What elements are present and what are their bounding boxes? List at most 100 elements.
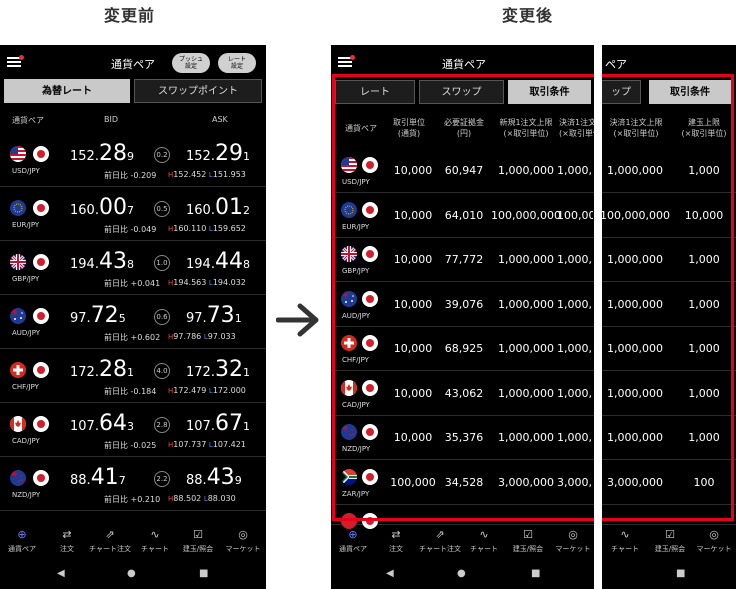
ask-price-fraction: 1 [242, 420, 250, 433]
nav-item-chart[interactable]: ∿ チャート [460, 529, 508, 554]
high-low: H194.563 L194.032 [168, 278, 246, 287]
nav-item-order[interactable]: ⇄ 注文 [372, 529, 420, 554]
back-icon[interactable]: ◀ [386, 568, 394, 579]
nav-item-currency-pair[interactable]: ⊕ 通貨ペア [0, 529, 46, 554]
bid-price[interactable]: 194.438 [70, 249, 134, 274]
recents-icon[interactable]: ■ [531, 568, 540, 579]
spread-badge: 0.2 [154, 147, 170, 163]
ask-price-major: 160. [186, 203, 215, 218]
ask-price-pips: 43 [206, 465, 235, 490]
au-flag-icon [10, 308, 26, 324]
spread-badge: 1.0 [154, 255, 170, 271]
spread-badge: 4.0 [154, 363, 170, 379]
bid-price[interactable]: 97.725 [70, 303, 126, 328]
day-change-value: -0.209 [130, 171, 157, 180]
ask-price[interactable]: 160.012 [186, 195, 250, 220]
order-icon: ⇄ [62, 528, 72, 541]
day-change: 前日比 +0.041 [104, 278, 160, 289]
high-value: 160.110 [173, 224, 207, 233]
ask-price[interactable]: 194.448 [186, 249, 250, 274]
rate-row[interactable]: GBP/JPY 194.438 1.0 194.448 前日比 +0.041 H194.5… [0, 241, 266, 295]
nav-item-chart-order[interactable]: ⇗ チャート注文 [86, 529, 134, 554]
low-value: 97.033 [207, 332, 236, 341]
comparison-root: 変更前 変更後 通貨ペア プッシュ 設定 レート 設定 為替レート スワップポイント… [0, 0, 736, 589]
nav-label: 建玉/照会 [512, 545, 544, 553]
rate-row[interactable]: CHF/JPY 172.281 4.0 172.321 前日比 -0.184 H172.4… [0, 349, 266, 403]
recents-icon-right[interactable]: ■ [676, 568, 685, 579]
bid-price-pips: 43 [98, 249, 127, 274]
nav-item-position[interactable]: ☑ 建玉/照会 [174, 529, 222, 554]
day-change-label: 前日比 [104, 387, 128, 396]
bottom-nav: ⊕ 通貨ペア ⇄ 注文 ⇗ チャート注文 ∿ チャート ☑ 建玉/照会 ◎ マーケット [0, 525, 266, 561]
bid-price-major: 194. [70, 257, 99, 272]
spread-badge: 2.8 [154, 417, 170, 433]
nav-item-order[interactable]: ⇄ 注文 [43, 529, 91, 554]
rate-row[interactable]: AUD/JPY 97.725 0.6 97.731 前日比 +0.602 H97.786 … [0, 295, 266, 349]
bid-price[interactable]: 172.281 [70, 357, 134, 382]
bid-price-major: 172. [70, 365, 99, 380]
nav-item-market[interactable]: ◎ マーケット [549, 529, 597, 554]
bid-price-fraction: 7 [126, 204, 134, 217]
tab-swap-points[interactable]: スワップポイント [134, 79, 262, 103]
jp-flag-icon [33, 200, 49, 216]
rate-settings-button[interactable]: レート 設定 [218, 53, 256, 73]
nav-label: 建玉/照会 [182, 545, 214, 553]
nav-item-chart-right[interactable]: ∿ チャート [601, 529, 649, 554]
screenshot-divider [594, 40, 602, 589]
nav-item-currency-pair[interactable]: ⊕ 通貨ペア [331, 529, 377, 554]
high-low: H160.110 L159.652 [168, 224, 246, 233]
chart-order-icon: ⇗ [105, 528, 115, 541]
position-icon: ☑ [523, 528, 533, 541]
ask-price-major: 107. [186, 419, 215, 434]
ch-flag-icon [10, 362, 26, 378]
ask-price[interactable]: 152.291 [186, 141, 250, 166]
nav-item-market-right[interactable]: ◎ マーケット [690, 529, 736, 554]
recents-icon[interactable]: ■ [199, 568, 208, 579]
bid-price-fraction: 7 [118, 474, 126, 487]
ask-price[interactable]: 97.731 [186, 303, 242, 328]
notification-dot-icon [19, 55, 24, 60]
nav-item-chart[interactable]: ∿ チャート [131, 529, 179, 554]
nav-item-position-right[interactable]: ☑ 建玉/照会 [646, 529, 694, 554]
back-icon[interactable]: ◀ [57, 568, 65, 579]
day-change: 前日比 -0.184 [104, 386, 156, 397]
jp-flag-icon [33, 308, 49, 324]
high-low: H172.479 L172.000 [168, 386, 246, 395]
ask-price-fraction: 2 [242, 204, 250, 217]
rate-row[interactable]: CAD/JPY 107.643 2.8 107.671 前日比 -0.025 H107.7… [0, 403, 266, 457]
home-icon[interactable]: ● [457, 568, 466, 579]
nav-item-position[interactable]: ☑ 建玉/照会 [504, 529, 552, 554]
bid-price[interactable]: 152.289 [70, 141, 134, 166]
bid-price[interactable]: 88.417 [70, 465, 126, 490]
home-icon[interactable]: ● [127, 568, 136, 579]
day-change-label: 前日比 [104, 495, 128, 504]
day-change-label: 前日比 [104, 279, 128, 288]
bid-price[interactable]: 107.643 [70, 411, 134, 436]
day-change: 前日比 -0.209 [104, 170, 156, 181]
bid-price-pips: 41 [90, 465, 119, 490]
col-header-pair: 通貨ペア [12, 116, 44, 125]
bid-price-fraction: 8 [126, 258, 134, 271]
ask-price-pips: 73 [206, 303, 235, 328]
ask-price-pips: 67 [214, 411, 243, 436]
ask-price-major: 88. [186, 473, 207, 488]
ask-price[interactable]: 107.671 [186, 411, 250, 436]
push-settings-button[interactable]: プッシュ 設定 [172, 53, 210, 73]
page-title: 通貨ペア [442, 58, 486, 71]
ask-price-major: 97. [186, 311, 207, 326]
bid-price[interactable]: 160.007 [70, 195, 134, 220]
rate-row[interactable]: NZD/JPY 88.417 2.2 88.439 前日比 +0.210 H88.502 … [0, 457, 266, 511]
nav-item-market[interactable]: ◎ マーケット [219, 529, 266, 554]
bid-price-pips: 72 [90, 303, 119, 328]
tab-exchange-rate[interactable]: 為替レート [4, 79, 130, 103]
bid-price-major: 88. [70, 473, 91, 488]
nav-label: 建玉/照会 [654, 545, 686, 553]
nav-label: マーケット [555, 545, 591, 553]
low-value: 159.652 [212, 224, 246, 233]
ask-price[interactable]: 88.439 [186, 465, 242, 490]
rate-row[interactable]: USD/JPY 152.289 0.2 152.291 前日比 -0.209 H152.4… [0, 133, 266, 187]
rate-row[interactable]: EUR/JPY 160.007 0.5 160.012 前日比 -0.049 H160.1… [0, 187, 266, 241]
ask-price[interactable]: 172.321 [186, 357, 250, 382]
gb-flag-icon [10, 254, 26, 270]
nav-item-chart-order[interactable]: ⇗ チャート注文 [416, 529, 464, 554]
